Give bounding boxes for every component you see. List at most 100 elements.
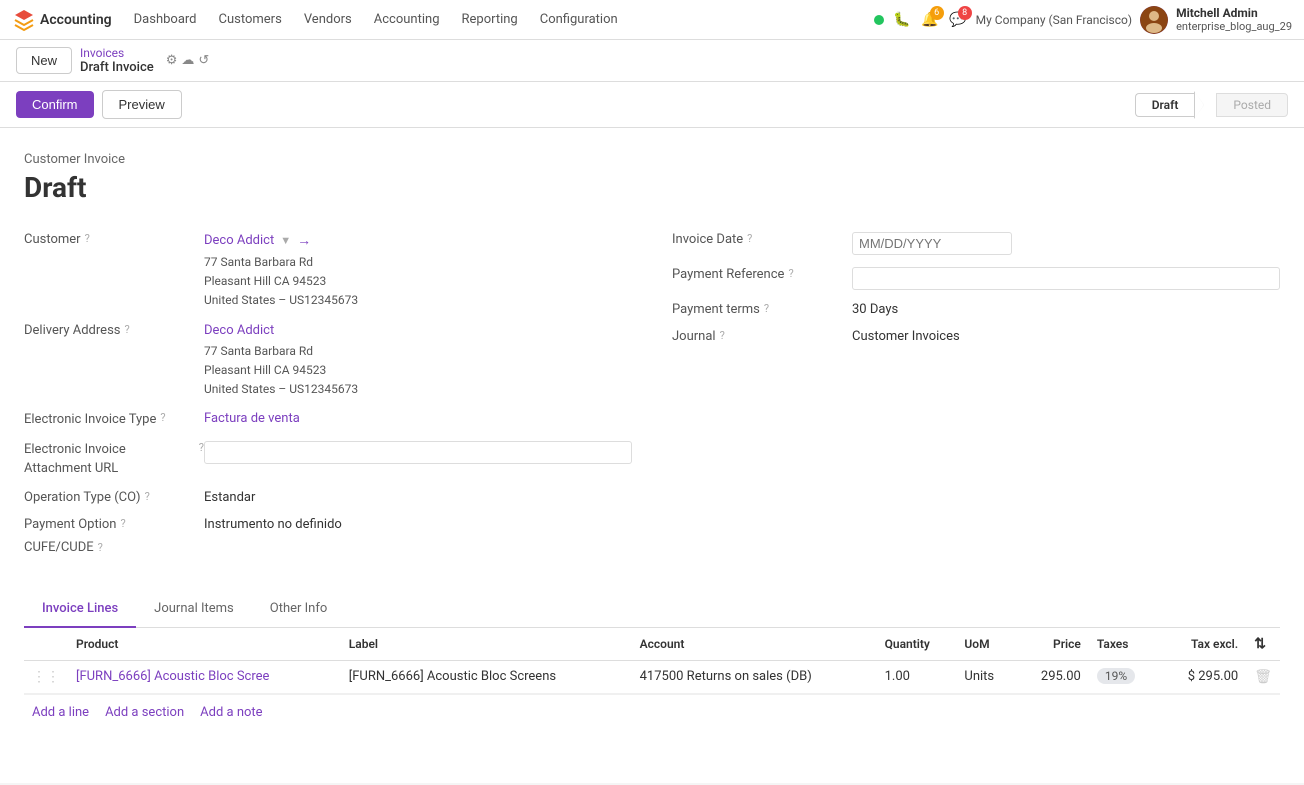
col-quantity: Quantity [877, 628, 957, 661]
tab-invoice-lines[interactable]: Invoice Lines [24, 591, 136, 628]
payment-option-help[interactable]: ? [120, 517, 125, 530]
electronic-invoice-url-value[interactable] [204, 437, 632, 464]
drag-dots-icon[interactable]: ⋮⋮ [32, 669, 60, 685]
message-badge: 8 [958, 6, 972, 20]
table-row: ⋮⋮ [FURN_6666] Acoustic Bloc Scree [FURN… [24, 660, 1280, 693]
status-draft[interactable]: Draft [1135, 93, 1195, 117]
customer-dropdown-icon[interactable]: ▼ [280, 234, 291, 247]
product-link[interactable]: [FURN_6666] Acoustic Bloc Scree [76, 669, 269, 684]
invoice-type: Customer Invoice [24, 152, 1280, 167]
refresh-icon[interactable]: ↺ [198, 53, 209, 68]
nav-vendors[interactable]: Vendors [294, 8, 362, 31]
col-actions[interactable]: ⇅ [1246, 628, 1280, 661]
add-note-link[interactable]: Add a note [200, 705, 262, 720]
preview-button[interactable]: Preview [102, 90, 182, 119]
electronic-invoice-type-help[interactable]: ? [160, 411, 165, 424]
payment-option-row: Payment Option ? Instrumento no definido [24, 513, 632, 532]
electronic-invoice-type-value: Factura de venta [204, 407, 632, 426]
payment-terms-row: Payment terms ? 30 Days [672, 298, 1280, 317]
invoice-date-value[interactable] [852, 228, 1280, 255]
drag-handle[interactable]: ⋮⋮ [24, 660, 68, 693]
label-cell[interactable]: [FURN_6666] Acoustic Bloc Screens [341, 660, 632, 693]
payment-reference-row: Payment Reference ? [672, 263, 1280, 290]
app-logo[interactable]: Accounting [12, 8, 112, 32]
customer-help-icon[interactable]: ? [85, 232, 90, 245]
tax-badge[interactable]: 19% [1097, 668, 1135, 684]
uom-cell[interactable]: Units [956, 660, 1016, 693]
add-section-link[interactable]: Add a section [105, 705, 184, 720]
account-cell[interactable]: 417500 Returns on sales (DB) [632, 660, 877, 693]
quantity-cell[interactable]: 1.00 [877, 660, 957, 693]
customer-label: Customer ? [24, 228, 204, 247]
delivery-help-icon[interactable]: ? [125, 323, 130, 336]
customer-row: Customer ? Deco Addict ▼ → 77 Santa Barb… [24, 228, 632, 311]
col-product: Product [68, 628, 341, 661]
invoice-date-input[interactable] [852, 232, 1012, 255]
settings-icon[interactable]: ⚙ [166, 53, 178, 68]
nav-accounting[interactable]: Accounting [364, 8, 450, 31]
operation-type-help[interactable]: ? [145, 490, 150, 503]
customer-address: 77 Santa Barbara Rd Pleasant Hill CA 945… [204, 253, 632, 311]
confirm-button[interactable]: Confirm [16, 91, 94, 118]
column-settings-icon[interactable]: ⇅ [1254, 636, 1266, 652]
invoice-status-title: Draft [24, 171, 1280, 204]
customer-nav-arrow[interactable]: → [297, 232, 311, 249]
payment-reference-label: Payment Reference ? [672, 263, 852, 282]
cloud-icon[interactable]: ☁ [181, 53, 194, 68]
delete-cell[interactable]: 🗑 [1246, 660, 1280, 693]
app-brand: Accounting [40, 12, 112, 28]
breadcrumb-parent[interactable]: Invoices [80, 46, 154, 60]
notification-badge: 6 [930, 6, 944, 20]
status-posted[interactable]: Posted [1216, 93, 1288, 117]
breadcrumb-current: Draft Invoice [80, 60, 154, 75]
col-taxes: Taxes [1089, 628, 1160, 661]
journal-label: Journal ? [672, 325, 852, 344]
new-button[interactable]: New [16, 47, 72, 74]
cufe-help-icon[interactable]: ? [98, 541, 103, 554]
electronic-invoice-url-input[interactable] [204, 441, 632, 464]
actionbar: New Invoices Draft Invoice ⚙ ☁ ↺ [0, 40, 1304, 82]
message-icon[interactable]: 💬 8 [948, 10, 968, 30]
invoice-lines-table: Product Label Account Quantity UoM Price… [24, 628, 1280, 694]
payment-reference-value[interactable] [852, 263, 1280, 290]
form-left: Customer ? Deco Addict ▼ → 77 Santa Barb… [24, 228, 632, 571]
payment-option-label: Payment Option ? [24, 513, 204, 532]
notification-icon[interactable]: 🔔 6 [920, 10, 940, 30]
delivery-address-label: Delivery Address ? [24, 319, 204, 338]
tab-journal-items[interactable]: Journal Items [136, 591, 252, 628]
tax-excl-cell: $ 295.00 [1160, 660, 1247, 693]
delete-row-icon[interactable]: 🗑 [1254, 669, 1272, 685]
journal-help[interactable]: ? [720, 329, 725, 342]
invoice-date-help[interactable]: ? [747, 232, 752, 245]
journal-value: Customer Invoices [852, 325, 1280, 344]
tab-other-info[interactable]: Other Info [252, 591, 346, 628]
nav-reporting[interactable]: Reporting [452, 8, 528, 31]
col-tax-excl: Tax excl. [1160, 628, 1247, 661]
form-right: Invoice Date ? Payment Reference ? [672, 228, 1280, 571]
form-grid: Customer ? Deco Addict ▼ → 77 Santa Barb… [24, 228, 1280, 571]
cufe-label: CUFE/CUDE [24, 540, 94, 555]
status-flow: Draft Posted [1135, 91, 1288, 119]
payment-terms-help[interactable]: ? [764, 302, 769, 315]
customer-link[interactable]: Deco Addict [204, 233, 274, 248]
nav-dashboard[interactable]: Dashboard [124, 8, 207, 31]
invoice-date-row: Invoice Date ? [672, 228, 1280, 255]
product-cell[interactable]: [FURN_6666] Acoustic Bloc Scree [68, 660, 341, 693]
status-online-dot [874, 15, 884, 25]
topnav-right: 🐛 🔔 6 💬 8 My Company (San Francisco) Mit… [874, 6, 1292, 34]
nav-configuration[interactable]: Configuration [530, 8, 628, 31]
operation-type-label: Operation Type (CO) ? [24, 486, 204, 505]
nav-customers[interactable]: Customers [209, 8, 292, 31]
electronic-invoice-url-row: Electronic Invoice Attachment URL ? [24, 437, 632, 477]
user-avatar[interactable] [1140, 6, 1168, 34]
invoice-date-label: Invoice Date ? [672, 228, 852, 247]
journal-row: Journal ? Customer Invoices [672, 325, 1280, 344]
company-name[interactable]: My Company (San Francisco) [976, 13, 1132, 27]
price-cell[interactable]: 295.00 [1016, 660, 1089, 693]
operation-type-value: Estandar [204, 486, 632, 505]
payment-reference-input[interactable] [852, 267, 1280, 290]
add-line-link[interactable]: Add a line [32, 705, 89, 720]
payment-reference-help[interactable]: ? [788, 267, 793, 280]
delivery-link[interactable]: Deco Addict [204, 323, 274, 338]
bug-icon[interactable]: 🐛 [892, 10, 912, 30]
